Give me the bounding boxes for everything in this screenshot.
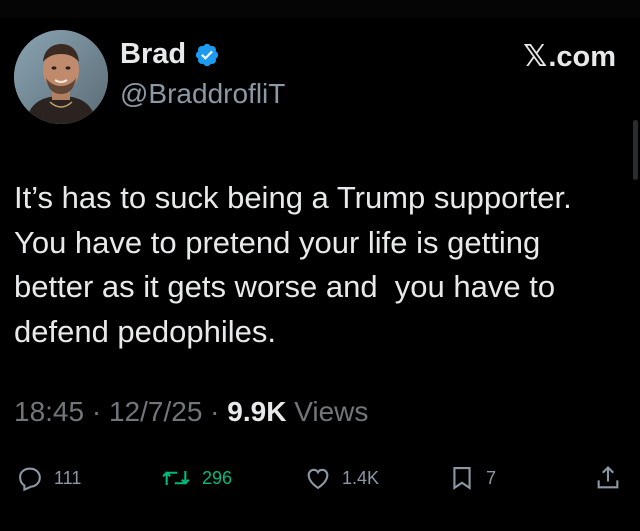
author-name-row[interactable]: Brad bbox=[120, 40, 220, 69]
bookmark-count: 7 bbox=[486, 467, 497, 488]
meta-separator: · bbox=[84, 396, 109, 427]
tweet-card: Brad @BraddrofliT 𝕏 .com It’s has to suc… bbox=[0, 0, 640, 531]
views-label: Views bbox=[294, 396, 369, 427]
scrollbar[interactable] bbox=[633, 120, 638, 180]
reply-icon bbox=[19, 467, 41, 492]
share-button[interactable] bbox=[594, 461, 622, 495]
site-label: 𝕏 .com bbox=[523, 42, 616, 72]
views-count: 9.9K bbox=[227, 396, 287, 427]
retweet-icon bbox=[162, 471, 190, 485]
tweet-date[interactable]: 12/7/25 bbox=[109, 396, 202, 427]
like-count: 1.4K bbox=[342, 467, 380, 488]
tweet-time[interactable]: 18:45 bbox=[14, 396, 84, 427]
author-handle[interactable]: @BraddrofliT bbox=[120, 80, 285, 108]
reply-button[interactable]: 111 bbox=[16, 461, 81, 495]
like-button[interactable]: 1.4K bbox=[304, 461, 379, 495]
bookmark-button[interactable]: 7 bbox=[448, 461, 496, 495]
tweet-meta: 18:45 · 12/7/25 · 9.9K Views bbox=[14, 398, 368, 426]
meta-separator: · bbox=[202, 396, 228, 427]
verified-badge-icon bbox=[195, 43, 219, 66]
site-domain: .com bbox=[548, 40, 616, 73]
bookmark-icon bbox=[453, 467, 471, 490]
share-icon bbox=[597, 466, 619, 489]
author-display-name[interactable]: Brad bbox=[120, 40, 186, 69]
x-logo-icon: 𝕏 bbox=[523, 40, 548, 73]
reply-count: 111 bbox=[54, 467, 82, 488]
retweet-count: 296 bbox=[202, 467, 233, 488]
tweet-actions: 111 296 1.4K 7 bbox=[0, 461, 640, 495]
retweet-button[interactable]: 296 bbox=[160, 461, 232, 495]
avatar[interactable] bbox=[14, 30, 108, 124]
tweet-text: It’s has to suck being a Trump supporter… bbox=[14, 180, 580, 349]
top-strip bbox=[0, 0, 640, 18]
heart-icon bbox=[307, 468, 329, 490]
profile-photo-icon bbox=[14, 30, 108, 124]
